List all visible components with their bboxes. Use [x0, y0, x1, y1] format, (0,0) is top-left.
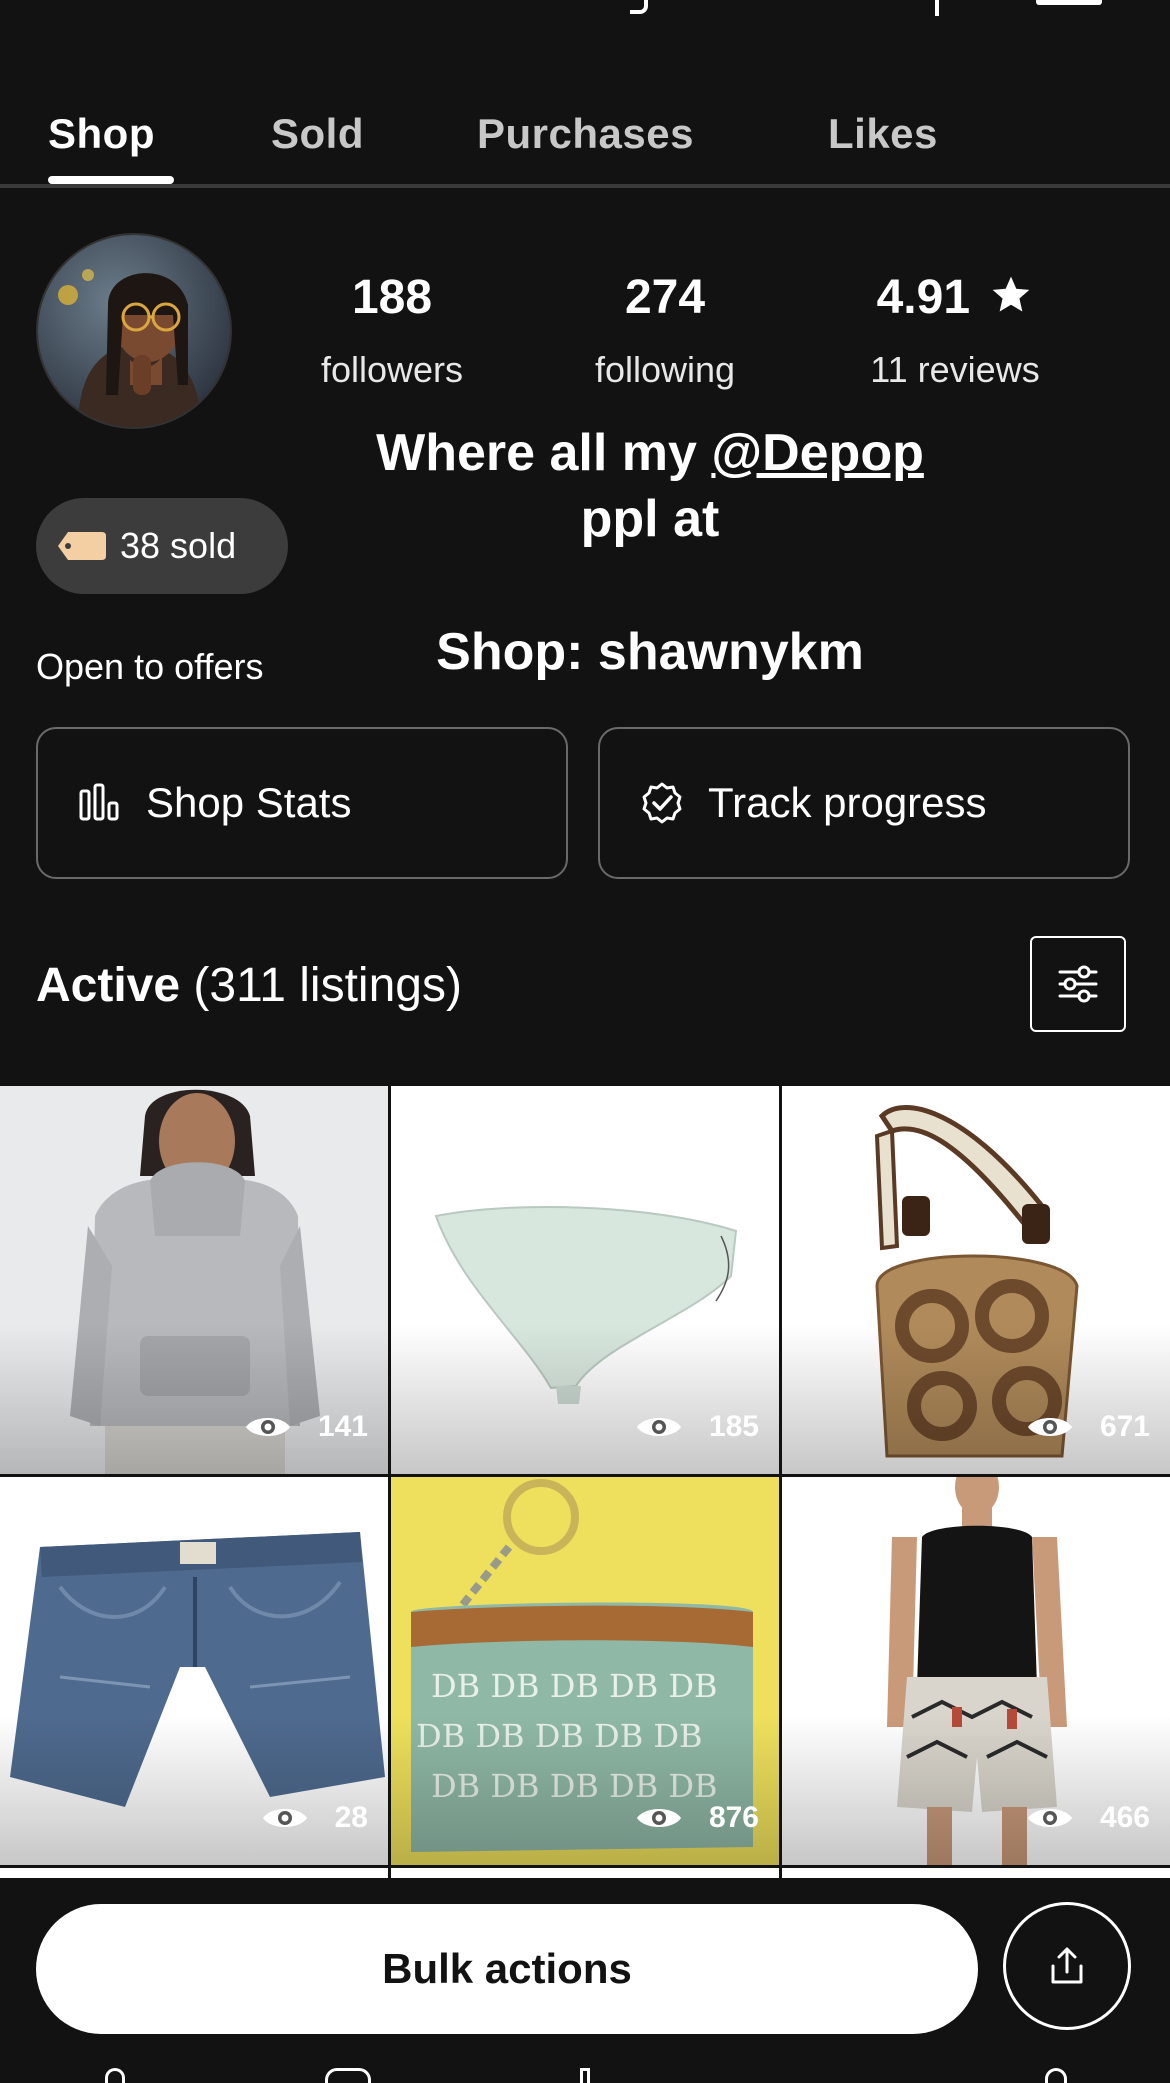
svg-text:DB DB DB DB DB: DB DB DB DB DB — [431, 1667, 718, 1705]
followers-stat[interactable]: 188 followers — [272, 270, 512, 391]
profile-bio: Where all my @Depop ppl at — [300, 420, 1000, 552]
sliders-icon — [1058, 965, 1098, 1003]
eye-icon — [1027, 1809, 1072, 1827]
eye-icon — [636, 1418, 681, 1436]
avatar-image — [38, 235, 230, 427]
following-stat[interactable]: 274 following — [545, 270, 785, 391]
active-tab-indicator — [48, 176, 174, 184]
active-listings-title: Active (311 listings) — [36, 958, 462, 1013]
header-title-fragment — [630, 0, 648, 14]
followers-label: followers — [320, 349, 464, 390]
active-label: Active — [36, 959, 181, 1012]
price-tag-icon — [58, 532, 106, 560]
track-progress-label: Track progress — [708, 779, 987, 826]
eye-icon — [262, 1809, 307, 1827]
shop-stats-label: Shop Stats — [146, 779, 352, 826]
view-count-value: 671 — [1099, 1410, 1150, 1443]
image-shade — [782, 1715, 1170, 1865]
bio-text-line2: ppl at — [580, 490, 720, 548]
bulk-actions-button[interactable]: Bulk actions — [36, 1904, 978, 2034]
view-count-value: 466 — [1099, 1801, 1150, 1834]
following-count: 274 — [624, 271, 706, 324]
shop-name: Shop: shawnykm — [436, 623, 864, 681]
view-count: 28 — [261, 1801, 368, 1835]
profile-tabs: Shop Sold Purchases Likes — [0, 100, 1170, 188]
menu-icon[interactable] — [1036, 0, 1102, 5]
open-to-offers: Open to offers — [36, 646, 264, 687]
filter-button[interactable] — [1030, 936, 1126, 1032]
tab-likes[interactable]: Likes — [828, 110, 938, 158]
view-count-value: 141 — [317, 1410, 368, 1443]
share-button[interactable] — [1003, 1902, 1131, 2030]
listing-card[interactable]: 185 — [391, 1086, 779, 1474]
star-icon — [993, 276, 1030, 312]
listing-card[interactable]: 466 — [782, 1477, 1170, 1865]
view-count: 466 — [1026, 1801, 1150, 1835]
followers-count: 188 — [351, 271, 433, 324]
view-count-value: 185 — [708, 1410, 759, 1443]
header-divider-fragment — [935, 0, 939, 16]
listing-card[interactable]: DB DB DB DB DB DB DB DB DB DB DB DB DB D… — [391, 1477, 779, 1865]
view-count: 671 — [1026, 1410, 1150, 1444]
view-count-value: 876 — [708, 1801, 759, 1834]
view-count: 185 — [635, 1410, 759, 1444]
rating-number: 4.91 — [876, 271, 971, 324]
nav-icon-fragment[interactable] — [580, 2068, 590, 2083]
tab-sold[interactable]: Sold — [271, 110, 364, 158]
bottom-nav-fragment — [0, 2060, 1170, 2083]
listing-card[interactable]: 141 — [0, 1086, 388, 1474]
header-fragment — [0, 0, 1170, 20]
avatar[interactable] — [36, 233, 232, 429]
share-icon — [1051, 1947, 1083, 1984]
view-count-value: 28 — [334, 1801, 368, 1834]
image-shade — [782, 1324, 1170, 1474]
image-shade — [391, 1324, 779, 1474]
verified-badge-icon — [642, 782, 682, 824]
eye-icon — [636, 1809, 681, 1827]
image-shade — [391, 1715, 779, 1865]
eye-icon — [1027, 1418, 1072, 1436]
following-label: following — [594, 349, 736, 390]
tab-purchases[interactable]: Purchases — [477, 110, 694, 158]
bio-mention-link[interactable]: @Depop — [711, 424, 923, 482]
nav-icon-fragment[interactable] — [105, 2068, 125, 2083]
image-shade — [0, 1324, 388, 1474]
sold-count: 38 sold — [120, 525, 237, 566]
shop-stats-button[interactable]: Shop Stats — [36, 727, 568, 879]
sold-badge[interactable]: 38 sold — [36, 498, 288, 594]
tab-shop[interactable]: Shop — [48, 110, 155, 158]
listings-count: (311 listings) — [180, 959, 462, 1012]
eye-icon — [245, 1418, 290, 1436]
rating-stat[interactable]: 4.91 11 reviews — [835, 270, 1075, 391]
track-progress-button[interactable]: Track progress — [598, 727, 1130, 879]
bottom-action-bar: Bulk actions — [0, 1878, 1170, 2080]
nav-icon-fragment[interactable] — [1045, 2068, 1067, 2083]
listing-card[interactable]: 671 — [782, 1086, 1170, 1474]
image-shade — [0, 1715, 388, 1865]
nav-icon-fragment[interactable] — [325, 2068, 371, 2083]
view-count: 141 — [244, 1410, 368, 1444]
reviews-label: 11 reviews — [870, 349, 1040, 390]
bar-chart-icon — [79, 783, 119, 821]
bio-text: Where all my — [376, 424, 712, 482]
view-count: 876 — [635, 1801, 759, 1835]
listing-card[interactable]: 28 — [0, 1477, 388, 1865]
rating-value: 4.91 — [835, 270, 1075, 325]
